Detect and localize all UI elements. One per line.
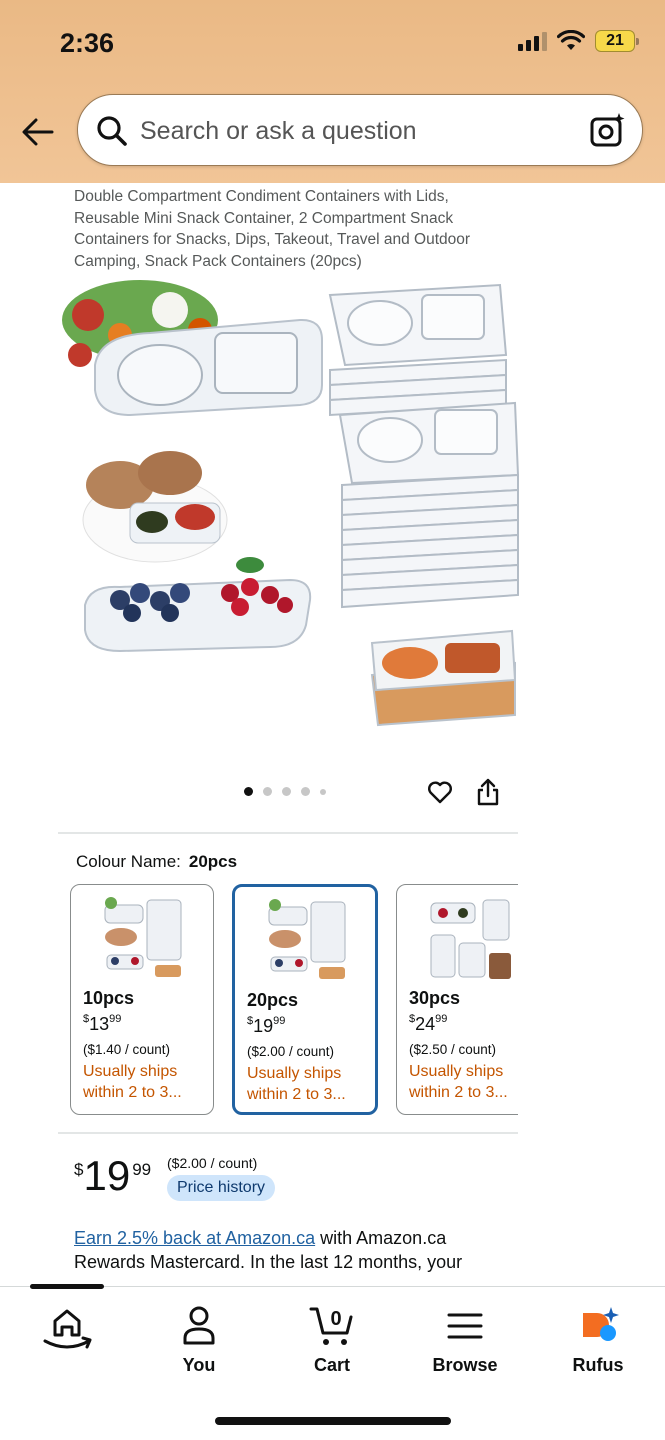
- cellular-signal-icon: [518, 31, 547, 51]
- option-name: 20pcs: [247, 990, 299, 1010]
- back-arrow-icon[interactable]: [20, 114, 56, 150]
- home-icon: [43, 1309, 92, 1349]
- pager-dot[interactable]: [320, 788, 326, 795]
- cart-icon: 0: [309, 1307, 353, 1345]
- rewards-link[interactable]: Earn 2.5% back at Amazon.ca: [74, 1228, 315, 1248]
- nav-you[interactable]: You: [144, 1303, 254, 1376]
- option-unit-price: ($2.00 / count): [247, 1044, 335, 1059]
- option-price: $1999: [247, 1015, 286, 1036]
- product-image-gallery[interactable]: [60, 275, 522, 750]
- option-thumbnail: [104, 897, 182, 977]
- pager-dot[interactable]: [282, 787, 291, 796]
- nav-rufus[interactable]: Rufus: [543, 1303, 653, 1376]
- divider: [58, 832, 518, 834]
- option-price: $1399: [83, 1013, 122, 1034]
- berries-image: [84, 557, 312, 653]
- home-indicator: [215, 1417, 451, 1425]
- app-header: 2:36 21: [0, 0, 665, 183]
- nav-cart-label: Cart: [313, 1355, 350, 1375]
- pager-dot[interactable]: [244, 787, 253, 796]
- option-shipping: Usually ships within 2 to 3...: [409, 1063, 508, 1101]
- nav-home[interactable]: [12, 1303, 122, 1359]
- rewards-offer: Earn 2.5% back at Amazon.ca with Amazon.…: [74, 1226, 514, 1284]
- option-thumbnail: [268, 899, 346, 979]
- camera-search-icon[interactable]: [588, 111, 626, 149]
- option-shipping: Usually ships within 2 to 3...: [247, 1065, 346, 1103]
- container-stack-image: [328, 283, 520, 609]
- active-tab-indicator: [30, 1284, 104, 1289]
- product-title: Double Compartment Condiment Containers …: [74, 188, 471, 270]
- nav-browse-label: Browse: [432, 1355, 498, 1375]
- nav-cart[interactable]: 0 Cart: [277, 1303, 387, 1376]
- option-thumbnail: [430, 899, 511, 979]
- user-icon: [183, 1306, 215, 1345]
- bottom-nav-bar: You 0 Cart Browse Rufus: [0, 1284, 665, 1440]
- wifi-icon: [557, 30, 585, 50]
- nav-browse[interactable]: Browse: [410, 1303, 520, 1376]
- image-pager[interactable]: [244, 787, 326, 796]
- status-icons: 21: [518, 30, 639, 52]
- heart-icon[interactable]: [427, 779, 453, 805]
- option-price: $2499: [409, 1013, 448, 1034]
- pager-dot[interactable]: [301, 787, 310, 796]
- colour-name-label: Colour Name: 20pcs: [76, 852, 237, 872]
- colour-option-10pcs[interactable]: 10pcs $1399 ($1.40 / count) Usually ship…: [70, 884, 214, 1115]
- option-unit-price: ($2.50 / count): [409, 1042, 497, 1057]
- menu-icon: [447, 1313, 483, 1339]
- product-price: $19 99: [74, 1152, 152, 1199]
- search-input[interactable]: [140, 95, 570, 167]
- search-icon: [97, 116, 127, 146]
- option-unit-price: ($1.40 / count): [83, 1042, 171, 1057]
- cart-count: 0: [330, 1308, 341, 1330]
- colour-selected-value: 20pcs: [188, 852, 238, 871]
- colour-option-30pcs[interactable]: 30pcs $2499 ($2.50 / count) Usually ship…: [396, 884, 518, 1115]
- option-name: 10pcs: [83, 988, 135, 1008]
- unit-price: ($2.00 / count): [167, 1155, 258, 1171]
- status-time: 2:36: [60, 28, 115, 58]
- nav-rufus-label: Rufus: [572, 1355, 624, 1375]
- colour-option-20pcs[interactable]: 20pcs $1999 ($2.00 / count) Usually ship…: [232, 884, 378, 1115]
- pager-dot[interactable]: [263, 787, 272, 796]
- colour-options: 10pcs $1399 ($1.40 / count) Usually ship…: [70, 884, 518, 1116]
- colour-label-text: Colour Name:: [76, 852, 181, 871]
- bread-dip-image: [82, 451, 228, 563]
- share-icon[interactable]: [475, 777, 501, 807]
- option-shipping: Usually ships within 2 to 3...: [83, 1063, 182, 1101]
- rufus-icon: [583, 1307, 619, 1341]
- option-name: 30pcs: [409, 988, 461, 1008]
- price-history-button[interactable]: Price history: [167, 1175, 276, 1201]
- divider: [58, 1132, 518, 1134]
- search-bar[interactable]: [77, 94, 643, 167]
- nav-you-label: You: [182, 1355, 216, 1375]
- meal-containers-image: [370, 629, 517, 727]
- battery-icon: 21: [595, 30, 639, 52]
